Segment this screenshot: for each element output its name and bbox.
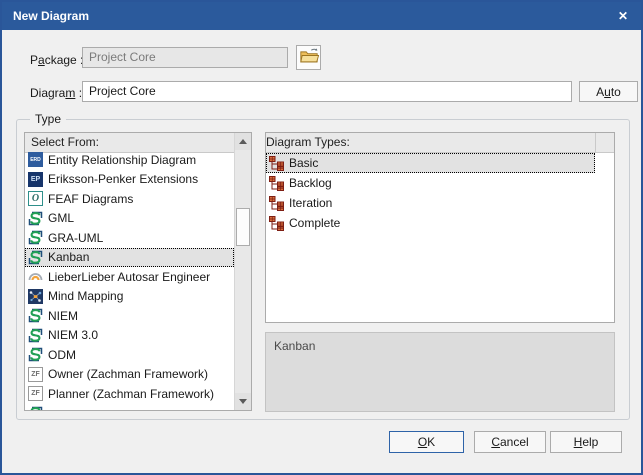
triangle-up-icon <box>239 139 247 144</box>
vertical-scrollbar[interactable] <box>234 133 251 410</box>
select-from-items: ERD Entity Relationship Diagram EP Eriks… <box>25 150 234 410</box>
ktree-icon <box>269 196 284 211</box>
diagram-types-list[interactable]: Diagram Types: Basic Backlog Iteration C… <box>265 132 615 323</box>
list-item[interactable]: Kanban <box>25 248 234 268</box>
list-item[interactable]: ODM <box>25 345 234 365</box>
list-item[interactable]: O FEAF Diagrams <box>25 189 234 209</box>
list-item-label: Eriksson-Penker Extensions <box>48 172 198 186</box>
list-item[interactable]: NIEM <box>25 306 234 326</box>
list-item-label: FEAF Diagrams <box>48 192 133 206</box>
list-item-label: NIEM 3.0 <box>48 328 98 342</box>
scroll-down-button[interactable] <box>235 393 251 410</box>
list-item-label: Iteration <box>289 196 332 210</box>
mdg-icon <box>28 230 43 245</box>
titlebar[interactable]: New Diagram ✕ <box>2 2 641 30</box>
mdg-icon <box>28 250 43 265</box>
diagram-types-header-column: Diagram Types: <box>266 133 596 153</box>
list-item-label: NIEM <box>48 309 78 323</box>
list-item[interactable]: GRA-UML <box>25 228 234 248</box>
scroll-up-button[interactable] <box>235 133 251 150</box>
cancel-button[interactable]: Cancel <box>474 431 546 453</box>
triangle-down-icon <box>239 399 247 404</box>
new-diagram-dialog: New Diagram ✕ Package : Project Core Dia… <box>0 0 643 475</box>
mindmap-icon <box>28 289 43 304</box>
list-item-label: Planner (Zachman Framework) <box>48 387 214 401</box>
ep-icon: EP <box>28 172 43 187</box>
mdg-icon <box>28 308 43 323</box>
list-item-label: LieberLieber Autosar Engineer <box>48 270 210 284</box>
list-item[interactable]: ERD Entity Relationship Diagram <box>25 150 234 170</box>
list-item[interactable]: EP Eriksson-Penker Extensions <box>25 170 234 190</box>
list-item-label: Basic <box>289 156 318 170</box>
zf-icon: ZF <box>28 386 43 401</box>
select-from-list[interactable]: Select From: ERD Entity Relationship Dia… <box>24 132 252 411</box>
list-item-label: Complete <box>289 216 340 230</box>
diagram-types-header: Diagram Types: <box>266 133 614 153</box>
mdg-icon <box>28 211 43 226</box>
list-item-label: Entity Relationship Diagram <box>48 153 196 167</box>
list-item[interactable] <box>25 404 234 411</box>
package-field: Project Core <box>82 47 288 68</box>
list-item[interactable]: Iteration <box>266 193 614 213</box>
type-group-label: Type <box>30 112 66 126</box>
diagram-types-items: Basic Backlog Iteration Complete <box>266 153 614 322</box>
help-button[interactable]: Help <box>550 431 622 453</box>
mdg-icon <box>28 328 43 343</box>
diagram-name-input[interactable]: Project Core <box>82 81 572 102</box>
auto-button[interactable]: Auto <box>579 81 638 102</box>
list-item[interactable]: Basic <box>266 153 595 173</box>
close-icon[interactable]: ✕ <box>609 2 637 30</box>
dialog-title: New Diagram <box>13 9 89 23</box>
list-item-label: Mind Mapping <box>48 289 123 303</box>
mdg-icon <box>28 406 43 410</box>
list-item-label: Kanban <box>48 250 89 264</box>
list-item-label: GML <box>48 211 74 225</box>
list-item[interactable]: ZF Owner (Zachman Framework) <box>25 365 234 385</box>
list-item-label: ODM <box>48 348 76 362</box>
list-item[interactable]: Mind Mapping <box>25 287 234 307</box>
list-item[interactable]: Complete <box>266 213 614 233</box>
list-item-label: GRA-UML <box>48 231 103 245</box>
ktree-icon <box>269 216 284 231</box>
browse-package-button[interactable] <box>296 45 321 70</box>
list-item[interactable]: GML <box>25 209 234 229</box>
diagram-label: Diagram : <box>30 86 82 100</box>
list-item-label: Owner (Zachman Framework) <box>48 367 208 381</box>
list-item[interactable]: Backlog <box>266 173 614 193</box>
package-label: Package : <box>30 53 83 67</box>
ktree-icon <box>269 156 284 171</box>
list-item-label: Backlog <box>289 176 332 190</box>
arc-icon <box>28 269 43 284</box>
ok-button[interactable]: OK <box>389 431 464 453</box>
folder-icon <box>299 47 319 69</box>
ktree-icon <box>269 176 284 191</box>
erd-icon: ERD <box>28 152 43 167</box>
list-item[interactable]: LieberLieber Autosar Engineer <box>25 267 234 287</box>
list-item[interactable]: NIEM 3.0 <box>25 326 234 346</box>
zf-icon: ZF <box>28 367 43 382</box>
scrollbar-thumb[interactable] <box>236 208 250 246</box>
mdg-icon <box>28 347 43 362</box>
feaf-icon: O <box>28 191 43 206</box>
description-panel: Kanban <box>265 332 615 412</box>
list-item[interactable]: ZF Planner (Zachman Framework) <box>25 384 234 404</box>
